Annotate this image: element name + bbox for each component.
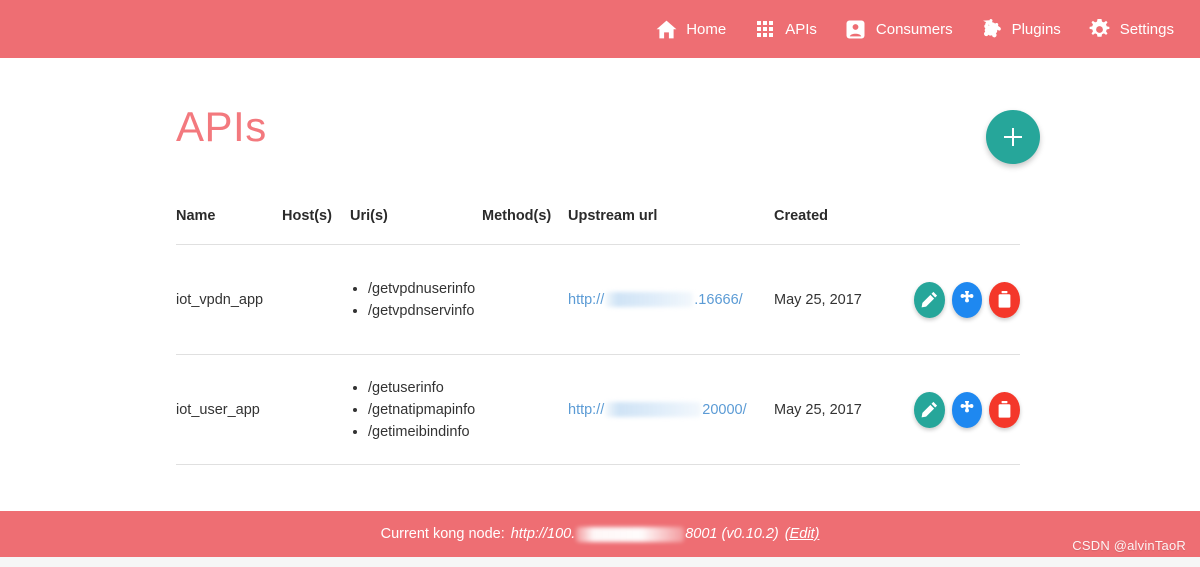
edit-icon xyxy=(921,291,938,308)
nav-item-home-label: Home xyxy=(686,20,727,38)
manage-plugins-button[interactable] xyxy=(951,391,983,428)
list-item: /getvpdnservinfo xyxy=(368,300,482,322)
api-hosts xyxy=(282,244,350,355)
table-row: iot_user_app /getuserinfo /getnatipmapin… xyxy=(176,354,1021,465)
table-header-row: Name Host(s) Uri(s) Method(s) Upstream u… xyxy=(176,208,1020,245)
trash-icon xyxy=(997,401,1012,418)
delete-api-button[interactable] xyxy=(989,391,1021,428)
column-header-uris: Uri(s) xyxy=(350,208,482,245)
upstream-url-prefix: http:// xyxy=(568,401,605,418)
edit-node-link[interactable]: (Edit) xyxy=(785,526,820,542)
edit-api-button[interactable] xyxy=(914,391,945,428)
edit-icon xyxy=(921,401,938,418)
bottom-strip xyxy=(0,557,1200,567)
api-created-date: May 25, 2017 xyxy=(774,244,914,355)
api-actions xyxy=(914,244,1021,355)
nav-items: Home APIs Consumers Plugins Settings xyxy=(641,0,1188,58)
column-header-upstream: Upstream url xyxy=(568,208,774,245)
table-header: Name Host(s) Uri(s) Method(s) Upstream u… xyxy=(176,208,1020,245)
grid-icon xyxy=(754,18,776,40)
main-content: APIs Name Host(s) Uri(s) Method(s) Upstr… xyxy=(0,58,1200,511)
nav-item-plugins-label: Plugins xyxy=(1011,20,1061,38)
column-header-methods: Method(s) xyxy=(482,208,568,245)
nav-item-settings[interactable]: Settings xyxy=(1075,0,1188,58)
upstream-url-link[interactable]: http:// .16666/ xyxy=(568,292,743,308)
list-item: /getuserinfo xyxy=(368,377,482,399)
table-body: iot_vpdn_app /getvpdnuserinfo /getvpdnse… xyxy=(176,244,1021,465)
puzzle-piece-icon xyxy=(981,18,1003,40)
upstream-url-link[interactable]: http:// 20000/ xyxy=(568,402,747,418)
nav-item-apis[interactable]: APIs xyxy=(740,0,831,58)
watermark: CSDN @alvinTaoR xyxy=(1072,538,1186,553)
puzzle-piece-icon xyxy=(958,290,976,309)
add-api-button[interactable] xyxy=(986,110,1040,164)
api-created-date: May 25, 2017 xyxy=(774,354,914,465)
redacted-host-blur xyxy=(605,292,694,307)
column-header-hosts: Host(s) xyxy=(282,208,350,245)
puzzle-piece-icon xyxy=(958,400,976,419)
column-header-created: Created xyxy=(774,208,914,245)
upstream-url-suffix: 20000/ xyxy=(702,401,747,418)
api-actions xyxy=(914,354,1021,465)
manage-plugins-button[interactable] xyxy=(951,281,983,318)
edit-api-button[interactable] xyxy=(914,281,945,318)
current-node-label: Current kong node: xyxy=(380,526,505,542)
upstream-url-prefix: http:// xyxy=(568,291,605,308)
api-upstream-url: http:// .16666/ xyxy=(568,244,774,355)
top-navigation-bar: Home APIs Consumers Plugins Settings xyxy=(0,0,1200,58)
nav-item-settings-label: Settings xyxy=(1119,20,1174,38)
node-url-suffix: 8001 (v0.10.2) xyxy=(685,526,779,542)
api-uris: /getvpdnuserinfo /getvpdnservinfo xyxy=(350,244,482,355)
column-header-actions xyxy=(914,208,1020,245)
table-row: iot_vpdn_app /getvpdnuserinfo /getvpdnse… xyxy=(176,244,1021,355)
api-upstream-url: http:// 20000/ xyxy=(568,354,774,465)
nav-item-home[interactable]: Home xyxy=(641,0,740,58)
current-node-info: Current kong node: http://100. 8001 (v0.… xyxy=(381,526,820,542)
kong-dashboard-page: Home APIs Consumers Plugins Settings API… xyxy=(0,0,1200,567)
nav-item-consumers[interactable]: Consumers xyxy=(831,0,967,58)
home-icon xyxy=(655,18,677,40)
upstream-url-suffix: .16666/ xyxy=(694,291,743,308)
list-item: /getvpdnuserinfo xyxy=(368,278,482,300)
node-url-prefix: http://100. xyxy=(510,526,576,542)
delete-api-button[interactable] xyxy=(989,281,1021,318)
page-title: APIs xyxy=(176,103,267,150)
apis-table: Name Host(s) Uri(s) Method(s) Upstream u… xyxy=(176,208,1021,465)
redacted-node-blur xyxy=(576,526,685,542)
list-item: /getimeibindinfo xyxy=(368,421,482,443)
list-item: /getnatipmapinfo xyxy=(368,399,482,421)
column-header-name: Name xyxy=(176,208,282,245)
row-action-group xyxy=(914,281,1021,318)
nav-item-plugins[interactable]: Plugins xyxy=(967,0,1075,58)
nav-item-apis-label: APIs xyxy=(785,20,817,38)
api-methods xyxy=(482,244,568,355)
nav-item-consumers-label: Consumers xyxy=(875,20,953,38)
api-name: iot_vpdn_app xyxy=(176,244,282,355)
api-uris: /getuserinfo /getnatipmapinfo /getimeibi… xyxy=(350,354,482,465)
api-methods xyxy=(482,354,568,465)
person-badge-icon xyxy=(845,18,867,40)
api-hosts xyxy=(282,354,350,465)
row-action-group xyxy=(914,391,1021,428)
trash-icon xyxy=(997,291,1012,308)
plus-icon xyxy=(1004,128,1022,146)
redacted-host-blur xyxy=(605,402,702,417)
api-name: iot_user_app xyxy=(176,354,282,465)
footer-bar: Current kong node: http://100. 8001 (v0.… xyxy=(0,511,1200,557)
gear-icon xyxy=(1089,18,1111,40)
apis-table-container: Name Host(s) Uri(s) Method(s) Upstream u… xyxy=(176,208,1021,465)
